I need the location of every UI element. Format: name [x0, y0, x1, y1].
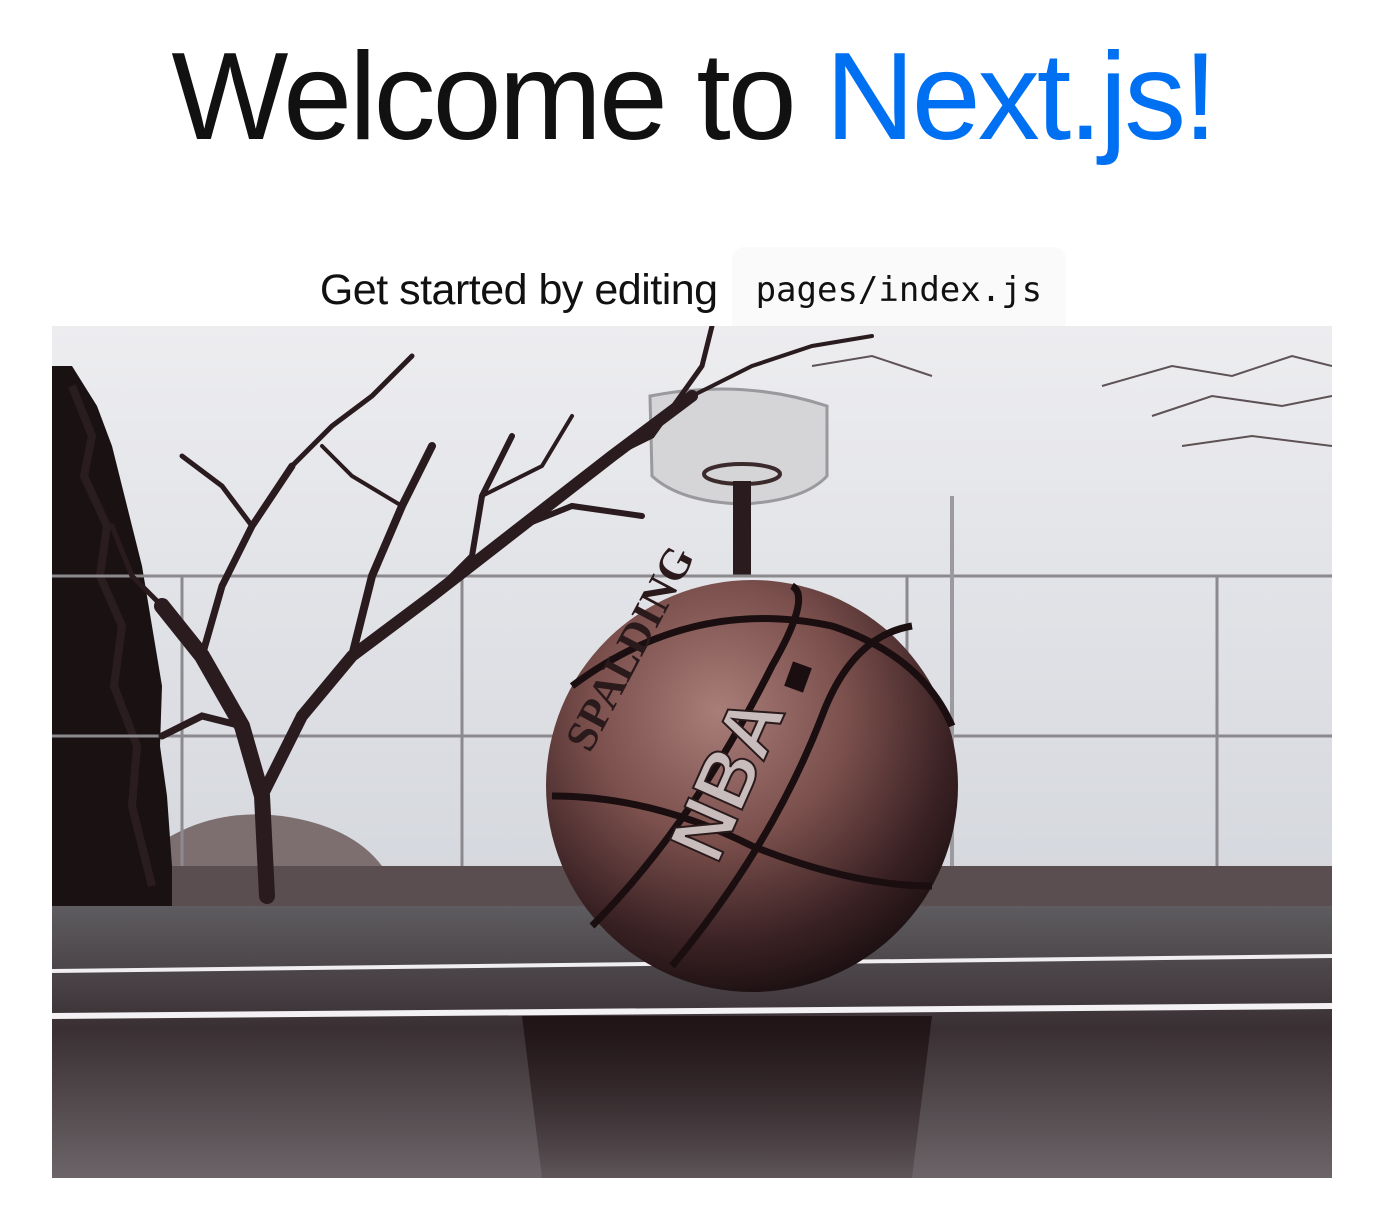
code-filename: pages/index.js — [731, 247, 1067, 333]
description: Get started by editing pages/index.js — [0, 247, 1386, 333]
title-prefix: Welcome to — [171, 28, 826, 166]
description-text: Get started by editing — [319, 266, 718, 314]
main-container: Welcome to Next.js! Get started by editi… — [0, 0, 1386, 1222]
page-title: Welcome to Next.js! — [0, 22, 1386, 172]
basketball-hero-image: SPALDING NBA — [52, 326, 1332, 1178]
nextjs-link[interactable]: Next.js! — [825, 28, 1217, 166]
